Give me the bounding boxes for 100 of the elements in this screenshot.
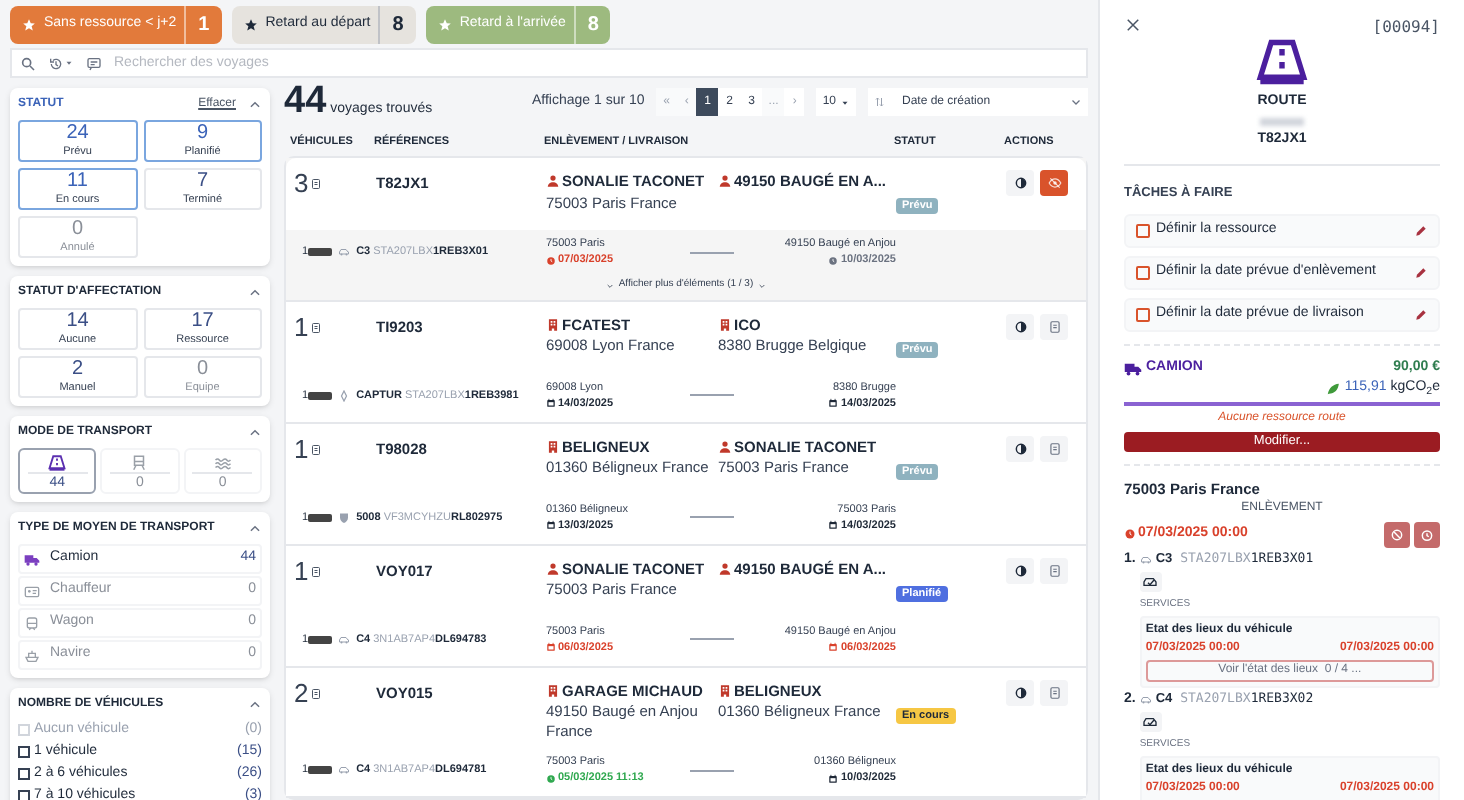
collapse-button[interactable] (248, 698, 262, 712)
edit-button[interactable] (1414, 223, 1428, 238)
truck-icon (24, 551, 40, 567)
license-plate-image (308, 635, 333, 644)
chevron-up-icon (248, 286, 262, 300)
calendar-icon (546, 520, 556, 531)
tile-count: 14 (66, 310, 89, 334)
action-button[interactable] (1006, 313, 1034, 340)
time-button[interactable] (1414, 521, 1440, 548)
close-icon (1124, 16, 1142, 34)
wagon-icon (24, 615, 40, 631)
star-icon (243, 18, 258, 32)
result-count: 44 (284, 78, 327, 126)
shield-icon (338, 511, 351, 524)
person-icon (546, 174, 560, 189)
building-icon (546, 683, 560, 698)
search-icon (20, 55, 36, 71)
pencil-icon (1414, 223, 1428, 238)
chevron-down-icon (757, 282, 766, 290)
calendar-icon (546, 642, 556, 653)
checkbox[interactable] (18, 790, 30, 800)
collapse-button[interactable] (248, 522, 262, 536)
vehicle-count: 3 (294, 170, 309, 199)
action-button[interactable] (1006, 557, 1034, 584)
trip-number: [00094] (1372, 16, 1440, 40)
document-icon (1047, 441, 1061, 456)
calendar-icon (828, 520, 839, 531)
bench-icon (130, 454, 149, 472)
collapse-button[interactable] (248, 286, 262, 300)
edit-button[interactable] (1414, 265, 1428, 280)
half-circle-icon (1013, 319, 1027, 334)
cancel-button[interactable] (1384, 521, 1410, 548)
action-button[interactable] (1006, 435, 1034, 462)
checkbox[interactable] (1136, 223, 1150, 238)
tile-count: 11 (67, 170, 88, 194)
person-icon (718, 561, 732, 576)
clock-icon (1124, 528, 1136, 541)
car-icon (338, 246, 351, 259)
person-icon (718, 174, 732, 189)
collapse-button[interactable] (248, 98, 262, 112)
route-line (690, 394, 734, 397)
car-check-icon (1142, 573, 1159, 589)
filter-count: 1 (184, 6, 222, 44)
note-icon (86, 55, 102, 71)
calendar-icon (828, 398, 839, 409)
star-icon (22, 18, 36, 32)
car-icon (338, 764, 351, 776)
close-button[interactable] (1124, 16, 1142, 34)
vehicle-count: 1 (294, 435, 309, 464)
ban-icon (1390, 527, 1404, 542)
road-icon (48, 454, 67, 472)
action-button[interactable] (1006, 170, 1034, 197)
calendar-icon (828, 773, 839, 783)
car-check-icon (1142, 713, 1159, 730)
vehicle-count: 1 (294, 313, 309, 342)
calendar-icon (546, 398, 556, 409)
checkbox[interactable] (1136, 307, 1150, 322)
chevron-down-icon (1070, 96, 1082, 108)
tile-count: 0 (196, 358, 209, 382)
chevron-up-icon (248, 98, 262, 112)
pencil-icon (1414, 307, 1428, 322)
vehicle-count: 2 (294, 679, 309, 708)
eye-slash-icon (1047, 176, 1061, 191)
person-icon (546, 561, 560, 576)
document-icon (1047, 685, 1061, 700)
star-icon (437, 18, 452, 32)
clock-icon (546, 773, 556, 783)
id-card-icon (24, 583, 40, 599)
collapse-button[interactable] (248, 426, 262, 440)
truck-icon (1124, 359, 1142, 377)
calendar-icon (828, 642, 839, 653)
history-icon (48, 55, 64, 71)
checkbox[interactable] (18, 768, 30, 780)
edit-button[interactable] (1414, 307, 1428, 322)
license-plate-image (308, 766, 333, 774)
license-plate-image (308, 391, 333, 400)
filter-count: 8 (573, 6, 611, 44)
tile-count: 0 (71, 218, 84, 242)
filter-count: 8 (378, 6, 416, 44)
building-icon (718, 317, 732, 332)
tile-count: 17 (191, 310, 214, 334)
route-line (690, 769, 734, 771)
route-line (690, 251, 734, 254)
action-button[interactable] (1006, 679, 1034, 706)
pencil-icon (1414, 265, 1428, 280)
sort-icon (874, 96, 886, 108)
ship-icon (24, 647, 40, 663)
chevron-up-icon (248, 426, 262, 440)
person-icon (718, 439, 732, 454)
tile-count: 24 (66, 122, 89, 146)
building-icon (718, 683, 732, 698)
clock-icon (1420, 527, 1434, 542)
route-line (690, 516, 734, 519)
checkbox[interactable] (18, 746, 30, 758)
building-icon (546, 439, 560, 454)
waves-icon (213, 454, 232, 472)
half-circle-icon (1013, 441, 1027, 456)
chevron-up-icon (248, 522, 262, 536)
checkbox[interactable] (1136, 265, 1150, 280)
car-icon (1139, 553, 1152, 566)
